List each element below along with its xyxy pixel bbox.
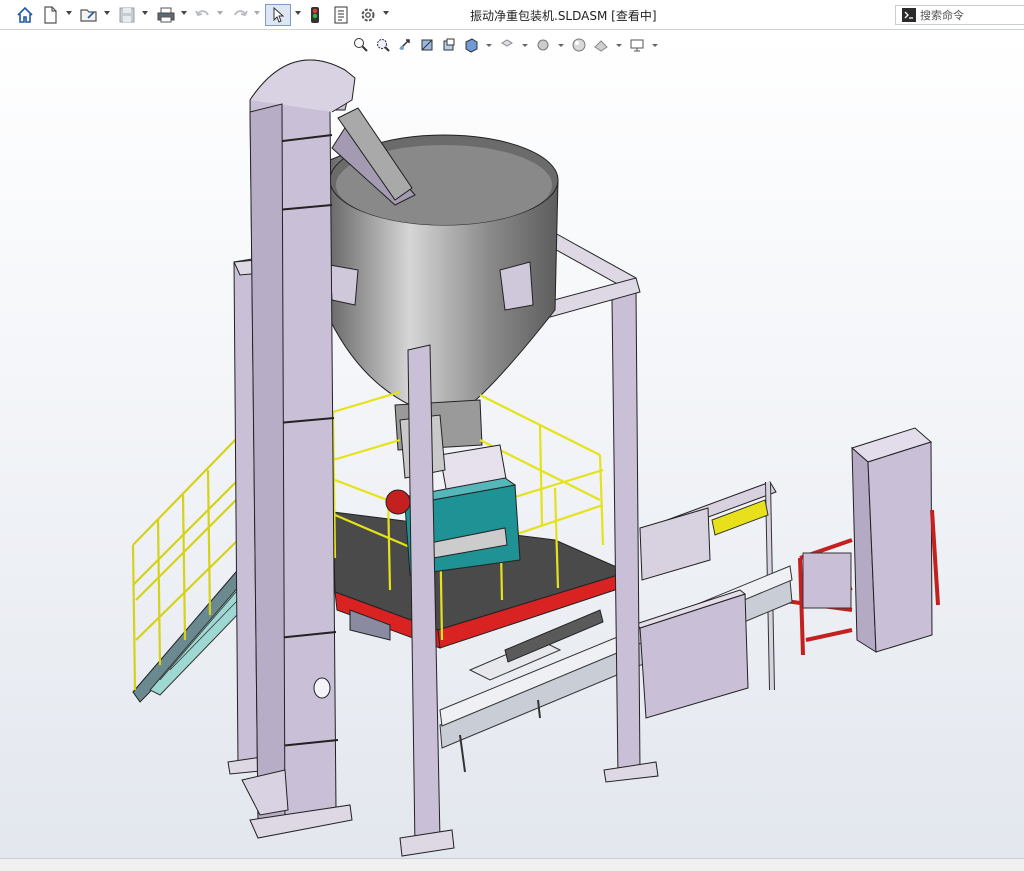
options-gear-icon[interactable] bbox=[358, 4, 378, 26]
search-commands-box[interactable]: 搜索命令 bbox=[895, 5, 1024, 25]
control-cabinet bbox=[851, 427, 933, 653]
zoom-to-fit-icon[interactable] bbox=[352, 36, 370, 54]
heads-up-view-toolbar bbox=[352, 34, 660, 56]
display-style-dropdown[interactable] bbox=[522, 43, 528, 47]
save-dropdown-arrow[interactable] bbox=[142, 11, 148, 15]
open-folder-icon[interactable] bbox=[78, 4, 100, 26]
print-icon[interactable] bbox=[155, 4, 177, 26]
hide-show-items-icon[interactable] bbox=[534, 36, 552, 54]
graphics-area[interactable] bbox=[0, 30, 1024, 858]
view-orientation-dropdown[interactable] bbox=[486, 43, 492, 47]
zoom-to-area-icon[interactable] bbox=[374, 36, 392, 54]
new-dropdown-arrow[interactable] bbox=[66, 11, 72, 15]
undo-icon[interactable] bbox=[193, 4, 213, 26]
select-cursor-icon[interactable] bbox=[265, 4, 291, 26]
assembly-model bbox=[131, 59, 940, 857]
save-icon[interactable] bbox=[116, 4, 138, 26]
undo-dropdown-arrow[interactable] bbox=[217, 11, 223, 15]
view-settings-icon[interactable] bbox=[628, 36, 646, 54]
edit-appearance-icon[interactable] bbox=[570, 36, 588, 54]
display-style-icon[interactable] bbox=[498, 36, 516, 54]
command-prompt-icon bbox=[902, 8, 916, 22]
cabinet-side-panel bbox=[802, 552, 852, 609]
status-bar bbox=[0, 858, 1024, 871]
file-properties-icon[interactable] bbox=[331, 4, 351, 26]
view-settings-dropdown[interactable] bbox=[652, 43, 658, 47]
title-bar: 振动净重包装机.SLDASM [查看中] 搜索命令 bbox=[0, 0, 1024, 30]
previous-view-icon[interactable] bbox=[396, 36, 414, 54]
new-document-icon[interactable] bbox=[40, 4, 60, 26]
apply-scene-dropdown[interactable] bbox=[616, 43, 622, 47]
options-dropdown-arrow[interactable] bbox=[383, 11, 389, 15]
hide-show-dropdown[interactable] bbox=[558, 43, 564, 47]
redo-icon[interactable] bbox=[230, 4, 250, 26]
search-placeholder: 搜索命令 bbox=[920, 9, 964, 22]
section-view-icon[interactable] bbox=[418, 36, 436, 54]
rebuild-traffic-light-icon[interactable] bbox=[307, 4, 323, 26]
home-icon[interactable] bbox=[14, 4, 36, 26]
dynamic-annotation-icon[interactable] bbox=[440, 36, 458, 54]
redo-dropdown-arrow[interactable] bbox=[254, 11, 260, 15]
view-orientation-icon[interactable] bbox=[462, 36, 480, 54]
select-dropdown-arrow[interactable] bbox=[295, 11, 301, 15]
storage-hopper bbox=[329, 119, 559, 451]
window-title: 振动净重包装机.SLDASM [查看中] bbox=[470, 9, 657, 23]
open-dropdown-arrow[interactable] bbox=[104, 11, 110, 15]
apply-scene-icon[interactable] bbox=[592, 36, 610, 54]
print-dropdown-arrow[interactable] bbox=[181, 11, 187, 15]
